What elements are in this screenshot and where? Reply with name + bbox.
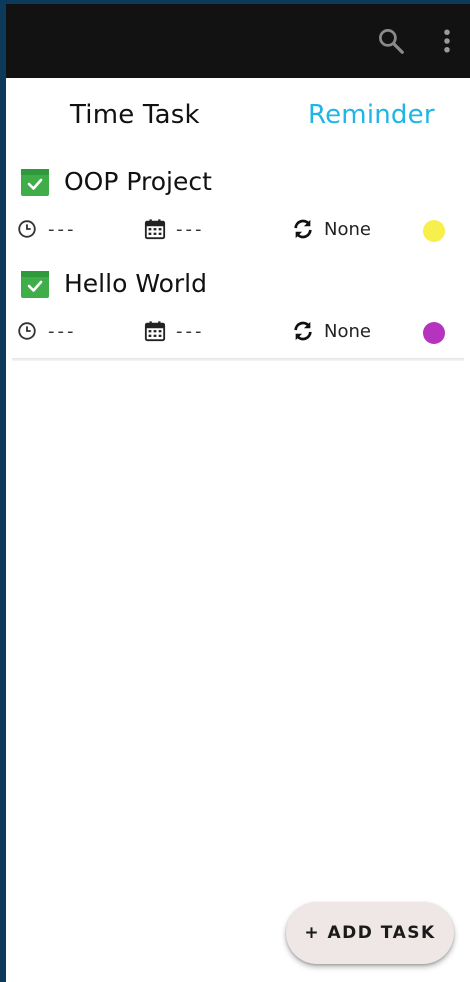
task-date: --- [144, 217, 205, 241]
task-time-value: --- [48, 320, 77, 342]
task-item[interactable]: Hello World --- --- None [6, 261, 470, 363]
repeat-icon [294, 219, 312, 239]
task-title: OOP Project [64, 167, 212, 196]
check-box-icon [21, 169, 49, 196]
task-repeat: None [292, 217, 371, 241]
calendar-icon [144, 219, 166, 240]
task-item[interactable]: OOP Project --- --- None [6, 159, 470, 261]
add-task-button[interactable]: + ADD TASK [286, 902, 454, 964]
clock-icon [18, 322, 36, 340]
list-divider [12, 358, 464, 361]
task-time: --- [16, 319, 77, 343]
calendar-icon [144, 321, 166, 342]
tab-reminder[interactable]: Reminder [308, 98, 435, 132]
tab-bar: Time Task Reminder [6, 78, 470, 154]
task-color-dot[interactable] [423, 220, 445, 242]
more-vert-icon[interactable] [432, 26, 462, 56]
repeat-icon [294, 321, 312, 341]
task-date: --- [144, 319, 205, 343]
task-date-value: --- [176, 218, 205, 240]
task-repeat: None [292, 319, 371, 343]
task-title: Hello World [64, 269, 207, 298]
search-icon[interactable] [376, 26, 406, 56]
app-screen: Time Task Reminder OOP Project --- --- N… [6, 4, 470, 982]
task-time: --- [16, 217, 77, 241]
task-repeat-value: None [324, 320, 371, 342]
tab-time-task[interactable]: Time Task [70, 98, 200, 132]
task-repeat-value: None [324, 218, 371, 240]
clock-icon [18, 220, 36, 238]
task-date-value: --- [176, 320, 205, 342]
app-bar [6, 4, 470, 78]
check-box-icon [21, 271, 49, 298]
task-color-dot[interactable] [423, 322, 445, 344]
task-time-value: --- [48, 218, 77, 240]
